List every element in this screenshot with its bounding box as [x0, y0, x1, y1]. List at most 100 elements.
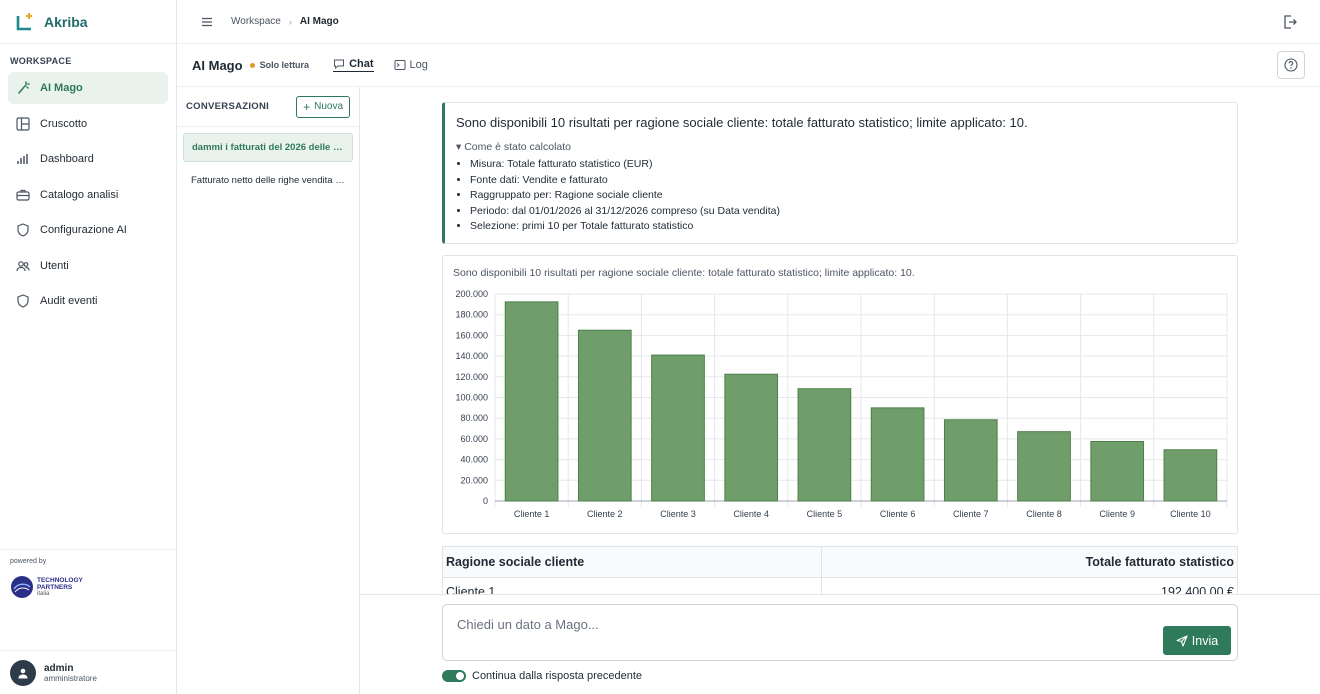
chart-bar: [504, 301, 559, 502]
sidebar-item-catalogo-analisi[interactable]: Catalogo analisi: [8, 179, 168, 211]
logout-icon: [1284, 15, 1297, 29]
y-tick-label: 120.000: [455, 372, 488, 382]
send-button[interactable]: Invia: [1163, 626, 1231, 655]
chart-bar: [651, 354, 705, 502]
breadcrumb-workspace[interactable]: Workspace: [231, 16, 281, 27]
y-tick-label: 40.000: [460, 455, 488, 465]
chat-area[interactable]: Sono disponibili 10 risultati per ragion…: [360, 87, 1320, 594]
chat-icon: [334, 59, 345, 70]
menu-icon: [202, 17, 212, 26]
continue-option: Continua dalla risposta precedente: [442, 670, 642, 682]
sidebar-item-ai-mago[interactable]: AI Mago: [8, 72, 168, 104]
table-cell: 192.400,00 €: [1161, 585, 1234, 594]
conversations-header: CONVERSAZIONI + Nuova: [177, 87, 359, 127]
bar-chart-icon: [16, 152, 30, 166]
chart-bar: [797, 388, 852, 502]
chart-bar: [1090, 440, 1145, 502]
powered-by: powered by TECHNOLOGY PARTNERS italia: [0, 549, 176, 607]
x-tick-label: Cliente 9: [1099, 509, 1135, 519]
x-tick-label: Cliente 8: [1026, 509, 1062, 519]
chat-input[interactable]: [457, 617, 1147, 651]
send-label: Invia: [1191, 633, 1219, 648]
conversation-item[interactable]: Fatturato netto delle righe vendita nel …: [183, 166, 353, 195]
how-calculated-toggle[interactable]: ▾ Come è stato calcolato: [456, 141, 1237, 153]
continue-toggle[interactable]: [442, 670, 466, 682]
composer-box: Invia: [442, 604, 1238, 661]
y-tick-label: 180.000: [455, 310, 488, 320]
logout-button[interactable]: [1282, 14, 1298, 30]
user-menu[interactable]: admin amministratore: [0, 650, 176, 694]
detail-item: Misura: Totale fatturato statistico (EUR…: [470, 157, 1237, 173]
chart-bar: [1163, 449, 1218, 502]
plus-icon: +: [303, 99, 311, 114]
sidebar-item-label: Audit eventi: [40, 295, 98, 307]
x-tick-label: Cliente 7: [953, 509, 989, 519]
chart-bar: [1017, 431, 1071, 502]
sidebar-item-utenti[interactable]: Utenti: [8, 250, 168, 282]
user-icon: [18, 668, 28, 678]
sidebar-item-configurazione-ai[interactable]: Configurazione AI: [8, 214, 168, 246]
tab-label: Chat: [349, 58, 374, 70]
y-tick-label: 80.000: [460, 413, 488, 423]
status-dot: [249, 62, 255, 68]
chart-bar: [870, 407, 925, 502]
y-tick-label: 60.000: [460, 434, 488, 444]
chart-card: Sono disponibili 10 risultati per ragion…: [442, 255, 1238, 534]
partner-logo: TECHNOLOGY PARTNERS italia: [10, 575, 166, 599]
breadcrumb: Workspace › AI Mago: [231, 16, 339, 27]
y-tick-label: 200.000: [455, 289, 488, 299]
y-tick-label: 160.000: [455, 330, 488, 340]
y-tick-label: 100.000: [455, 393, 488, 403]
table-header-cell[interactable]: Ragione sociale cliente: [443, 547, 822, 577]
composer: Invia Continua dalla risposta precedente: [360, 594, 1320, 694]
tab-chat[interactable]: Chat: [333, 58, 374, 72]
chart-bar: [943, 419, 998, 502]
briefcase-icon: [16, 188, 30, 202]
new-conversation-button[interactable]: + Nuova: [296, 95, 350, 118]
avatar: [10, 659, 36, 686]
y-tick-label: 0: [483, 496, 488, 506]
x-tick-label: Cliente 2: [587, 509, 623, 519]
continue-label: Continua dalla risposta precedente: [472, 670, 643, 682]
conversation-item[interactable]: dammi i fatturati del 2026 delle aziende…: [183, 133, 353, 162]
results-table: Ragione sociale cliente Totale fatturato…: [442, 546, 1238, 594]
app-root: Akriba WORKSPACE AI Mago Cruscotto Dashb…: [0, 0, 1320, 694]
user-role: amministratore: [44, 673, 97, 683]
user-name: admin: [44, 662, 74, 674]
partner-logo-icon: [11, 576, 33, 598]
sidebar-section-label: WORKSPACE: [10, 56, 72, 66]
brand[interactable]: Akriba: [0, 0, 176, 44]
new-conversation-label: Nuova: [314, 101, 343, 112]
tab-log[interactable]: Log: [394, 59, 428, 71]
table-row: Cliente 1 192.400,00 €: [443, 578, 1237, 594]
x-tick-label: Cliente 10: [1170, 509, 1211, 519]
answer-card: Sono disponibili 10 risultati per ragion…: [442, 102, 1238, 244]
y-tick-label: 140.000: [455, 351, 488, 361]
terminal-icon: [394, 60, 406, 70]
sidebar-item-label: Configurazione AI: [40, 224, 127, 236]
conversations-panel: CONVERSAZIONI + Nuova dammi i fatturati …: [177, 87, 360, 694]
table-header-row: Ragione sociale cliente Totale fatturato…: [443, 547, 1237, 578]
powered-by-label: powered by: [10, 558, 47, 565]
sidebar-item-cruscotto[interactable]: Cruscotto: [8, 108, 168, 140]
users-icon: [16, 259, 30, 273]
x-tick-label: Cliente 1: [514, 509, 550, 519]
y-tick-label: 20.000: [460, 475, 488, 485]
bar-chart: 0 20.000 40.000 60.000 80.000 100.000 120.000 1…: [455, 289, 1228, 519]
chart-bar: [577, 329, 632, 502]
readonly-badge: Solo lettura: [259, 60, 310, 70]
detail-item: Periodo: dal 01/01/2026 al 31/12/2026 co…: [470, 204, 1237, 220]
sidebar-item-label: Cruscotto: [40, 117, 88, 130]
table-header-cell[interactable]: Totale fatturato statistico: [822, 547, 1237, 577]
x-tick-label: Cliente 6: [880, 509, 916, 519]
help-button[interactable]: [1277, 51, 1305, 79]
answer-summary: Sono disponibili 10 risultati per ragion…: [456, 115, 1028, 130]
sidebar-item-dashboard[interactable]: Dashboard: [8, 143, 168, 175]
brand-logo-icon: [16, 12, 34, 31]
sidebar-toggle-button[interactable]: [199, 14, 215, 30]
calculation-details: Misura: Totale fatturato statistico (EUR…: [470, 157, 1237, 235]
toggle-knob: [456, 672, 464, 680]
detail-item: Selezione: primi 10 per Totale fatturato…: [470, 219, 1237, 235]
conversation-label: dammi i fatturati del 2026 delle aziende…: [192, 142, 344, 153]
sidebar-item-audit-eventi[interactable]: Audit eventi: [8, 285, 168, 317]
